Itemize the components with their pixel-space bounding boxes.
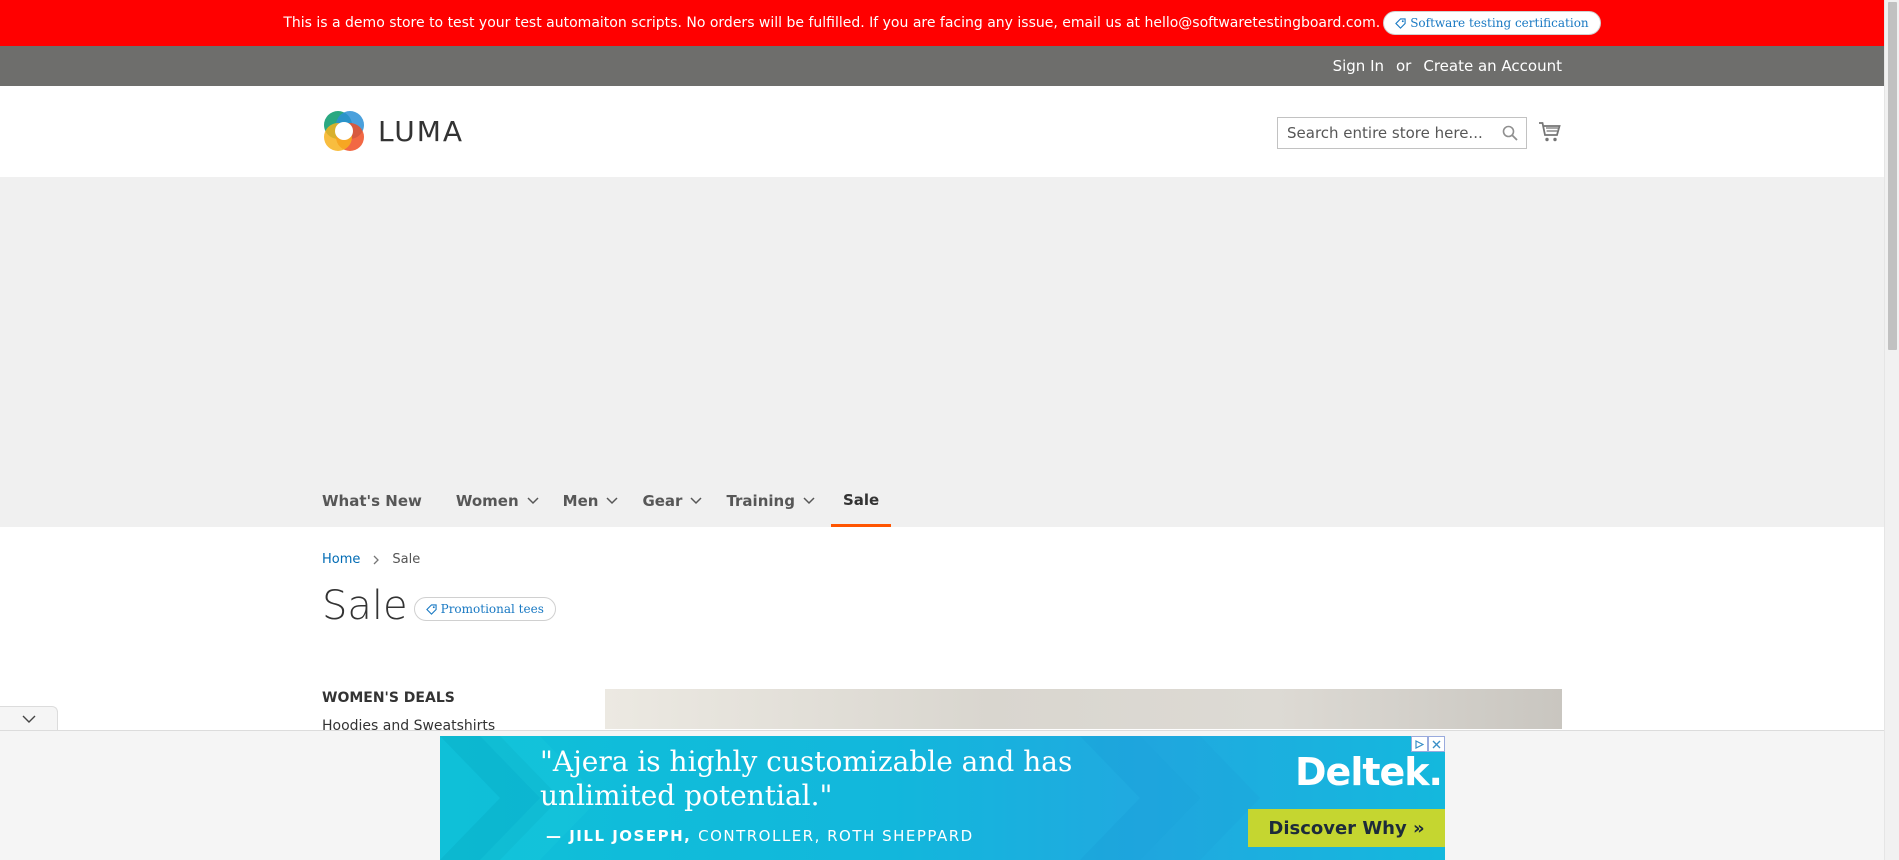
site-header: LUMA: [0, 86, 1884, 177]
tag-icon: [425, 603, 437, 615]
breadcrumb-home-link[interactable]: Home: [322, 552, 360, 567]
or-separator: or: [1396, 57, 1412, 75]
breadcrumb: Home Sale: [322, 552, 420, 567]
page-scrollbar[interactable]: [1884, 0, 1899, 860]
software-testing-certification-label: Software testing certification: [1410, 16, 1589, 30]
nav-item-women[interactable]: Women: [432, 475, 549, 527]
chevron-down-icon: [22, 715, 35, 723]
ad-controls: [1411, 736, 1445, 752]
hero-nav-band: What's New Women Men Gear Training Sale: [0, 177, 1884, 527]
nav-item-men[interactable]: Men: [549, 475, 629, 527]
nav-item-training[interactable]: Training: [712, 475, 824, 527]
page-title: Sale: [322, 583, 408, 629]
logo-wordmark: LUMA: [378, 114, 465, 148]
nav-item-sale[interactable]: Sale: [830, 475, 892, 527]
software-testing-certification-link[interactable]: Software testing certification: [1383, 11, 1601, 35]
chevron-down-icon: [606, 497, 618, 505]
ad-choices-icon[interactable]: [1411, 736, 1428, 752]
demo-notice-banner: This is a demo store to test your test a…: [0, 0, 1884, 46]
sale-promo-image[interactable]: [605, 689, 1562, 729]
chevron-right-icon: [373, 555, 380, 564]
ad-author-role: CONTROLLER, ROTH SHEPPARD: [698, 827, 974, 845]
search-input[interactable]: [1278, 118, 1488, 148]
main-navigation: What's New Women Men Gear Training Sale: [322, 475, 892, 527]
discover-why-button[interactable]: Discover Why »: [1248, 809, 1445, 847]
ad-author-name: — JILL JOSEPH,: [546, 827, 692, 845]
promotional-tees-link[interactable]: Promotional tees: [413, 597, 556, 621]
header-panel: Sign In or Create an Account: [0, 46, 1884, 86]
ad-quote: "Ajera is highly customizable and has un…: [540, 745, 1073, 812]
search-icon[interactable]: [1502, 125, 1518, 141]
ad-author: — JILL JOSEPH, CONTROLLER, ROTH SHEPPARD: [546, 827, 974, 845]
ad-collapse-toggle[interactable]: [0, 706, 58, 731]
tag-icon: [1395, 17, 1406, 29]
cart-icon[interactable]: [1538, 120, 1562, 144]
demo-notice-text: This is a demo store to test your test a…: [283, 15, 1381, 31]
promo-image-sky: [605, 689, 1562, 729]
deltek-ad[interactable]: "Ajera is highly customizable and has un…: [440, 736, 1445, 860]
scrollbar-thumb[interactable]: [1888, 2, 1897, 350]
page-title-row: Sale Promotional tees: [322, 583, 556, 629]
close-icon[interactable]: [1428, 736, 1445, 752]
deltek-logo: Deltek.: [1295, 750, 1443, 794]
womens-deals-heading: WOMEN'S DEALS: [322, 690, 455, 706]
breadcrumb-current: Sale: [392, 552, 421, 567]
chevron-down-icon: [803, 497, 815, 505]
nav-item-gear[interactable]: Gear: [628, 475, 712, 527]
chevron-down-icon: [690, 497, 702, 505]
chevron-down-icon: [527, 497, 539, 505]
sign-in-link[interactable]: Sign In: [1333, 57, 1384, 75]
search-box: [1277, 117, 1527, 149]
header-links: Sign In or Create an Account: [1333, 46, 1562, 86]
luma-logo[interactable]: LUMA: [322, 109, 464, 153]
nav-item-whats-new[interactable]: What's New: [322, 475, 432, 527]
luma-logo-icon: [324, 111, 364, 151]
create-account-link[interactable]: Create an Account: [1423, 57, 1562, 75]
promotional-tees-label: Promotional tees: [440, 602, 544, 616]
